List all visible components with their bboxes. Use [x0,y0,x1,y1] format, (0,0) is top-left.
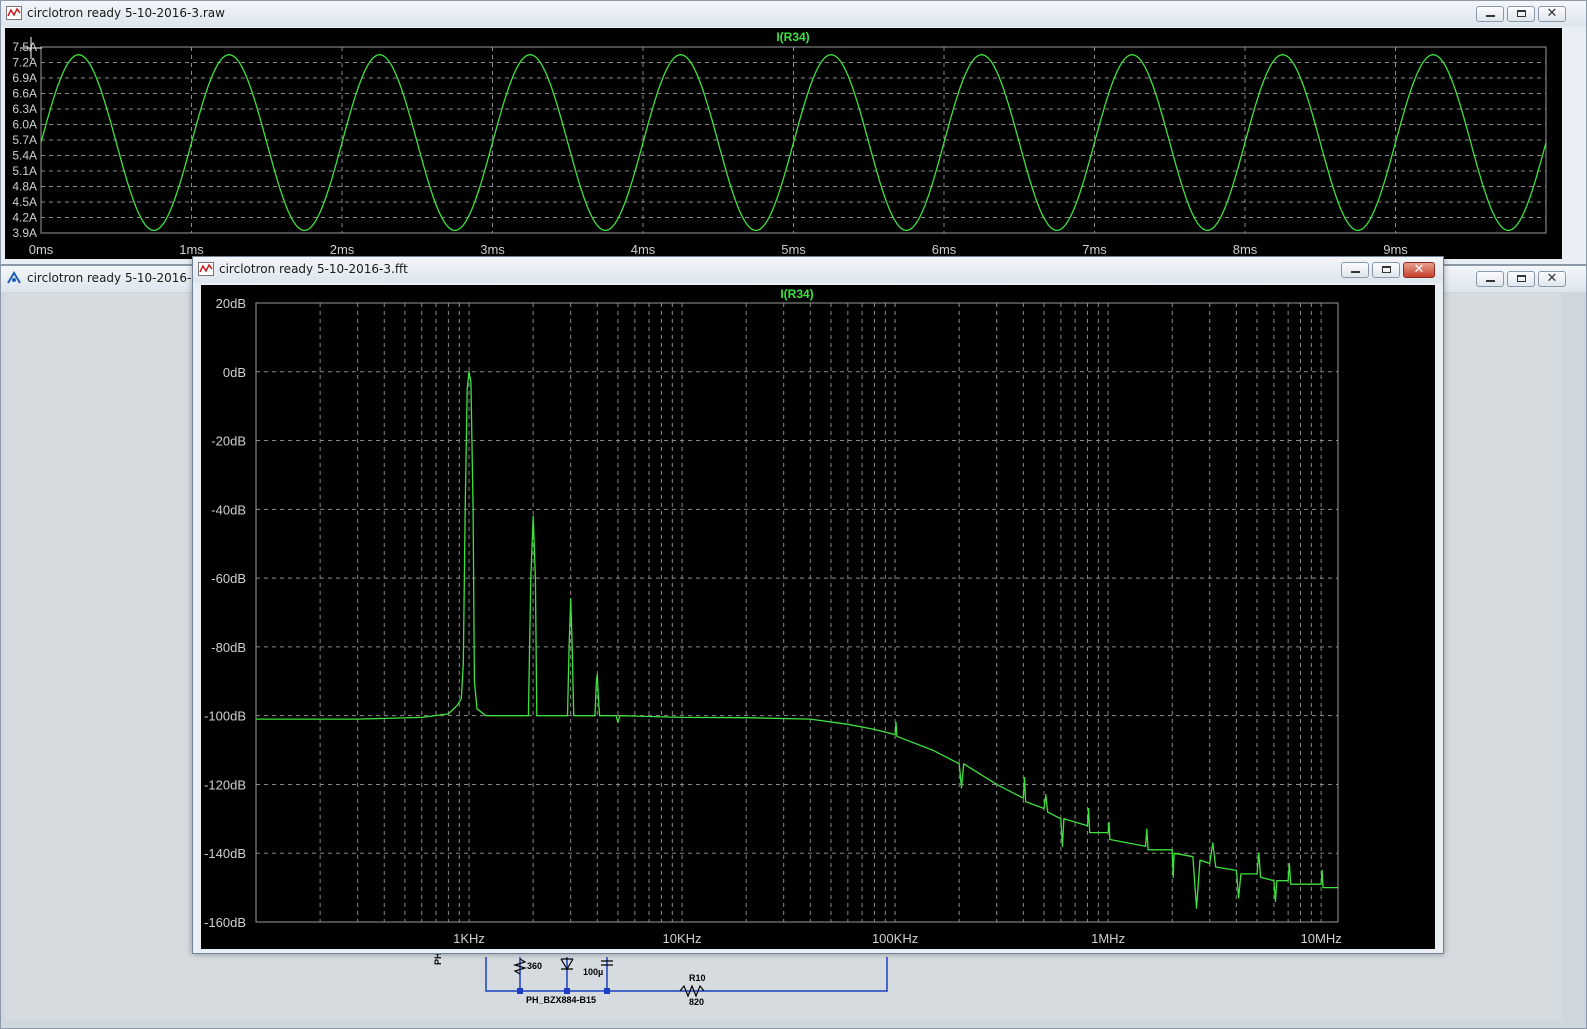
raw-x-tick-label: 2ms [330,242,355,257]
raw-plot-pane[interactable]: I(R34) 0ms 1ms 2ms 3ms 4ms 5ms 6ms 7ms 8ms 9ms 3.9… [5,28,1562,259]
raw-y-tick-label: 4.2A [12,211,37,225]
raw-y-tick-label: 4.8A [12,180,37,194]
label-r10-value[interactable]: 820 [689,997,704,1007]
fft-x-tick-label: 1MHz [1091,931,1125,946]
schematic-wire[interactable] [485,957,888,992]
label-capacitor[interactable]: 100µ [583,967,603,977]
raw-x-tick-label: 7ms [1082,242,1107,257]
fft-plot-frame [255,302,1339,923]
fft-x-tick-label: 100KHz [872,931,918,946]
asc-minimize-button[interactable] [1476,271,1504,287]
raw-maximize-button[interactable] [1507,6,1535,22]
fft-y-tick-label: -20dB [211,434,246,449]
fft-y-tick-label: 0dB [223,365,246,380]
raw-y-tick-label: 3.9A [12,226,37,240]
label-r360[interactable]: 360 [527,961,542,971]
fft-y-tick-label: -60dB [211,571,246,586]
schematic-icon [7,271,21,284]
raw-y-tick-label: 7.2A [12,56,37,70]
wire-junction [517,988,523,994]
fft-window-titlebar[interactable]: circlotron ready 5-10-2016-3.fft ✕ [193,257,1443,283]
fft-y-tick-label: -160dB [204,915,246,930]
fft-x-tick-label: 1KHz [453,931,485,946]
fft-window[interactable]: circlotron ready 5-10-2016-3.fft ✕ I(R34… [192,256,1444,954]
raw-x-tick-label: 5ms [781,242,806,257]
waveform-icon [6,6,22,20]
fft-trace-line[interactable] [256,371,1338,909]
label-zener[interactable]: PH_BZX884-B15 [526,995,596,1005]
raw-waveform-chart: I(R34) 0ms 1ms 2ms 3ms 4ms 5ms 6ms 7ms 8ms 9ms 3.9… [12,30,1547,257]
wire-junction [604,988,610,994]
fft-grid [256,303,1338,922]
raw-x-tick-label: 6ms [932,242,957,257]
fft-x-tick-label: 10KHz [663,931,702,946]
raw-y-tick-label: 6.6A [12,87,37,101]
raw-x-tick-label: 8ms [1233,242,1258,257]
asc-maximize-button[interactable] [1507,271,1535,287]
raw-y-tick-label: 4.5A [12,195,37,209]
fft-y-tick-label: -40dB [211,502,246,517]
fft-spectrum-chart: I(R34) 1KHz 10KHz 100KHz 1MHz 10MHz 20dB 0dB -2… [204,287,1342,946]
raw-minimize-button[interactable] [1476,6,1504,22]
fft-y-tick-label: 20dB [216,296,246,311]
fft-y-tick-label: -120dB [204,777,246,792]
fft-trace-label[interactable]: I(R34) [780,287,813,301]
raw-y-tick-label: 7.5A [12,40,37,54]
raw-close-button[interactable]: ✕ [1538,6,1566,22]
raw-window-title: circlotron ready 5-10-2016-3.raw [27,6,225,20]
raw-y-tick-label: 5.7A [12,133,37,147]
fft-maximize-button[interactable] [1372,262,1400,278]
raw-x-tick-label: 3ms [480,242,505,257]
label-r10-name[interactable]: R10 [689,973,706,983]
raw-y-tick-label: 5.4A [12,149,37,163]
waveform-icon [198,262,214,276]
raw-x-tick-label: 0ms [29,242,54,257]
raw-waveform-window[interactable]: circlotron ready 5-10-2016-3.raw ✕ I(R34… [0,0,1587,265]
raw-y-tick-label: 6.9A [12,71,37,85]
raw-y-tick-label: 6.3A [12,102,37,116]
fft-minimize-button[interactable] [1341,262,1369,278]
fft-y-tick-label: -80dB [211,640,246,655]
asc-close-button[interactable]: ✕ [1538,271,1566,287]
raw-x-tick-label: 9ms [1383,242,1408,257]
raw-x-tick-label: 1ms [179,242,204,257]
fft-x-tick-label: 10MHz [1301,931,1342,946]
fft-window-title: circlotron ready 5-10-2016-3.fft [219,262,408,276]
raw-x-tick-label: 4ms [631,242,656,257]
label-ph: PH [433,952,443,965]
fft-y-tick-label: -100dB [204,709,246,724]
fft-y-tick-label: -140dB [204,846,246,861]
raw-window-titlebar[interactable]: circlotron ready 5-10-2016-3.raw ✕ [1,1,1586,27]
raw-trace-label[interactable]: I(R34) [776,30,809,44]
raw-y-tick-label: 5.1A [12,164,37,178]
raw-y-tick-label: 6.0A [12,118,37,132]
fft-close-button[interactable]: ✕ [1403,262,1435,278]
wire-junction [564,988,570,994]
fft-plot-pane[interactable]: I(R34) 1KHz 10KHz 100KHz 1MHz 10MHz 20dB 0dB -2… [201,285,1435,949]
